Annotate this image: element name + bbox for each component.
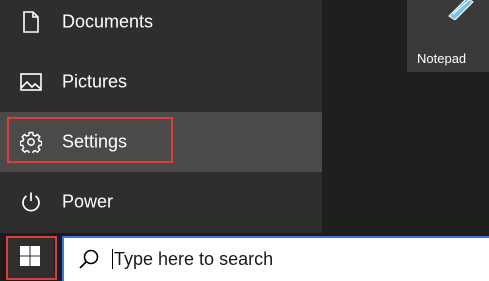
- start-menu-item-pictures[interactable]: Pictures: [0, 52, 322, 112]
- notepad-tile[interactable]: Notepad: [407, 0, 489, 72]
- notepad-tile-label: Notepad: [417, 51, 467, 66]
- document-icon: [20, 11, 42, 33]
- pictures-icon: [20, 71, 42, 93]
- start-menu-item-label: Documents: [62, 11, 154, 32]
- start-menu-list: Documents Pictures Settings Power: [0, 0, 322, 233]
- start-menu-item-label: Pictures: [62, 71, 128, 92]
- gear-icon: [20, 131, 42, 153]
- power-icon: [20, 191, 42, 213]
- tile-area: Notepad: [322, 0, 489, 233]
- start-button[interactable]: [6, 237, 54, 279]
- search-icon: [78, 248, 100, 270]
- search-input[interactable]: [114, 246, 474, 272]
- start-menu-item-label: Power: [62, 191, 114, 212]
- start-menu-item-documents[interactable]: Documents: [0, 0, 322, 52]
- text-caret: [112, 249, 113, 269]
- taskbar-search-box[interactable]: [62, 236, 489, 281]
- windows-logo-icon: [19, 245, 41, 272]
- notepad-icon: [445, 0, 475, 21]
- start-menu-item-power[interactable]: Power: [0, 172, 322, 232]
- start-menu-item-label: Settings: [62, 131, 128, 152]
- start-menu-item-settings[interactable]: Settings: [0, 112, 322, 172]
